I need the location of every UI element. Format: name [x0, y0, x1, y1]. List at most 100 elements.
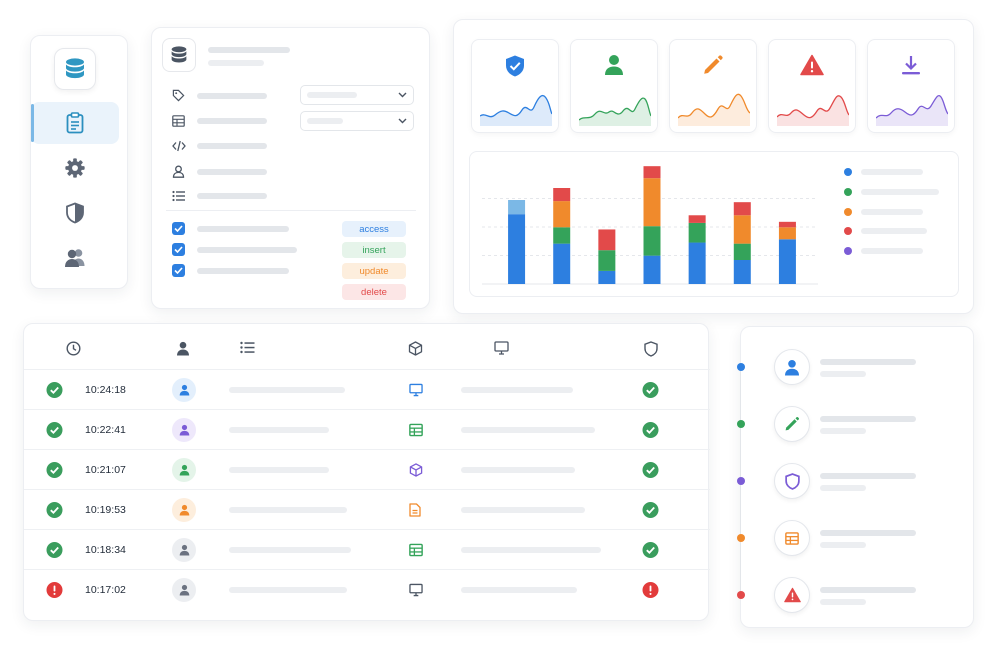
bar-segment[interactable] — [553, 243, 571, 284]
avatar[interactable] — [172, 457, 196, 482]
bar-segment[interactable] — [553, 201, 571, 228]
table-row[interactable]: 10:22:41 — [24, 409, 710, 449]
warning-icon — [800, 54, 824, 76]
bar-segment[interactable] — [553, 227, 571, 244]
timeline-item[interactable] — [737, 520, 975, 556]
row-time: 10:24:18 — [85, 383, 126, 396]
checkbox-update[interactable] — [172, 264, 185, 277]
table-row[interactable]: 10:24:18 — [24, 369, 710, 409]
user-icon — [784, 359, 800, 376]
clipboard-icon — [66, 112, 84, 134]
metric-tile-alerts[interactable] — [768, 39, 856, 133]
sparkline — [480, 94, 552, 126]
success-icon — [46, 421, 63, 438]
sidebar-item-settings[interactable] — [31, 147, 119, 189]
bar-segment[interactable] — [733, 260, 751, 284]
timeline-title-placeholder — [820, 530, 916, 536]
warning-icon — [783, 587, 801, 603]
legend-dot — [844, 208, 852, 216]
bar-segment[interactable] — [643, 178, 661, 227]
metrics-panel — [453, 19, 974, 314]
timeline-dot — [737, 420, 745, 428]
field-tag — [172, 89, 267, 102]
avatar[interactable] — [172, 577, 196, 602]
bar-segment[interactable] — [643, 166, 661, 179]
permission-label-placeholder — [197, 267, 289, 274]
timeline-item[interactable] — [737, 349, 975, 385]
permission-label-placeholder — [197, 246, 297, 253]
table-row[interactable]: 10:19:53 — [24, 489, 710, 529]
sidebar-item-users[interactable] — [31, 237, 119, 279]
sidebar-item-database[interactable] — [31, 48, 119, 90]
bar-segment[interactable] — [508, 200, 526, 215]
user-icon — [605, 55, 623, 75]
column-header-object[interactable] — [408, 341, 423, 356]
bar-segment[interactable] — [508, 214, 526, 284]
bar-segment[interactable] — [778, 239, 796, 284]
checkbox-insert[interactable] — [172, 243, 185, 256]
shield-check-icon — [506, 55, 524, 77]
select-value-placeholder — [307, 92, 357, 98]
bar-segment[interactable] — [553, 188, 571, 202]
timeline-subtitle-placeholder — [820, 485, 866, 491]
bar-segment[interactable] — [598, 270, 616, 284]
bar-segment[interactable] — [688, 222, 706, 243]
column-header-details[interactable] — [240, 341, 255, 354]
metric-tile-edits[interactable] — [669, 39, 757, 133]
form-subtitle-placeholder — [208, 60, 264, 66]
avatar[interactable] — [172, 497, 196, 522]
field-select-1[interactable] — [300, 85, 414, 105]
metric-tile-exports[interactable] — [867, 39, 955, 133]
sidebar-item-audit[interactable] — [31, 102, 119, 144]
field-select-2[interactable] — [300, 111, 414, 131]
bar-segment[interactable] — [778, 227, 796, 240]
divider — [166, 210, 416, 211]
row-detail-placeholder — [229, 586, 347, 593]
bar-segment[interactable] — [598, 229, 616, 251]
avatar[interactable] — [172, 417, 196, 442]
activity-timeline — [737, 326, 975, 628]
stacked-bar-chart — [482, 166, 818, 285]
field-label-placeholder — [197, 118, 267, 124]
timeline-title-placeholder — [820, 359, 916, 365]
avatar[interactable] — [172, 537, 196, 562]
bar-segment[interactable] — [778, 221, 796, 228]
bar-segment[interactable] — [643, 226, 661, 256]
sidebar-item-security[interactable] — [31, 192, 119, 234]
bar-segment[interactable] — [733, 243, 751, 260]
column-header-source[interactable] — [494, 341, 509, 355]
table-row[interactable]: 10:17:02 — [24, 569, 710, 609]
form-title-placeholder — [208, 47, 290, 53]
table-row[interactable]: 10:18:34 — [24, 529, 710, 569]
permission-form: access insert update delete — [151, 27, 430, 309]
row-detail-placeholder — [229, 386, 345, 393]
bar-segment[interactable] — [688, 215, 706, 223]
timeline-item[interactable] — [737, 463, 975, 499]
row-source-placeholder — [461, 586, 577, 593]
user-icon — [177, 341, 189, 356]
bar-segment[interactable] — [643, 255, 661, 284]
field-code — [172, 140, 267, 152]
column-header-status[interactable] — [644, 341, 658, 357]
checkbox-access[interactable] — [172, 222, 185, 235]
database-icon — [171, 46, 187, 63]
timeline-item[interactable] — [737, 577, 975, 613]
database-tile — [54, 48, 96, 90]
avatar[interactable] — [172, 377, 196, 402]
bar-segment[interactable] — [688, 242, 706, 284]
bar-segment[interactable] — [598, 250, 616, 271]
table-row[interactable]: 10:21:07 — [24, 449, 710, 489]
bar-segment[interactable] — [733, 215, 751, 244]
column-header-user[interactable] — [176, 341, 190, 356]
success-icon — [46, 381, 63, 398]
monitor-icon — [494, 341, 509, 355]
field-label-placeholder — [197, 193, 267, 199]
metric-tile-security[interactable] — [471, 39, 559, 133]
metric-tile-users[interactable] — [570, 39, 658, 133]
row-source-placeholder — [461, 506, 585, 513]
timeline-item[interactable] — [737, 406, 975, 442]
success-icon — [642, 421, 659, 438]
table-icon — [172, 115, 185, 127]
column-header-time[interactable] — [66, 341, 81, 356]
bar-segment[interactable] — [733, 202, 751, 216]
